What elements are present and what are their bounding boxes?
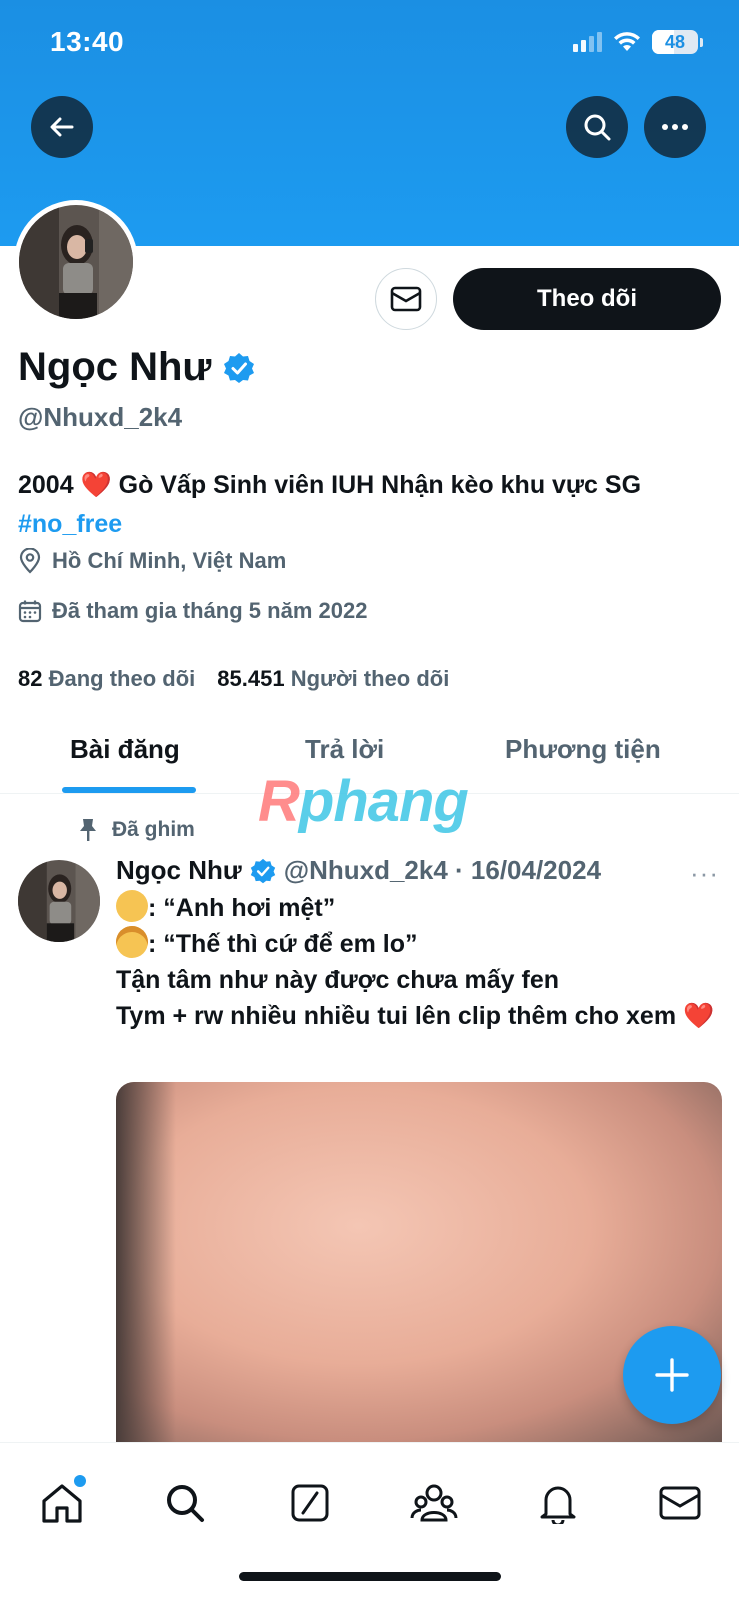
location-text: Hồ Chí Minh, Việt Nam [52, 548, 287, 573]
watermark-rest: phang [298, 769, 469, 834]
envelope-icon [390, 286, 422, 312]
envelope-icon [659, 1486, 701, 1520]
status-icons: 48 [573, 30, 703, 54]
post-more-icon[interactable]: ··· [690, 858, 719, 889]
following-link[interactable]: 82 Đang theo dõi [18, 666, 195, 692]
cellular-signal-icon [573, 32, 602, 52]
compose-button[interactable] [623, 1326, 721, 1424]
pinned-label: Đã ghim [78, 818, 195, 842]
location-pin-icon [19, 548, 41, 574]
avatar-photo [19, 205, 133, 319]
heart-emoji: ❤️ [683, 1002, 715, 1030]
status-time: 13:40 [50, 26, 125, 57]
followers-label: Người theo dõi [290, 666, 450, 691]
search-icon [584, 114, 611, 141]
plus-icon [655, 1358, 689, 1392]
bio-hashtag[interactable]: #no_free [18, 505, 728, 544]
joined-text: Đã tham gia tháng 5 năm 2022 [52, 598, 368, 623]
follow-button[interactable]: Theo dõi [453, 268, 721, 330]
bell-icon [540, 1486, 576, 1524]
wifi-icon [614, 32, 640, 51]
bio-text: 2004 ❤️ Gò Vấp Sinh viên IUH Nhận kèo kh… [18, 471, 642, 499]
message-button[interactable] [375, 268, 437, 330]
more-icon [662, 124, 688, 130]
follow-counts: 82 Đang theo dõi 85.451 Người theo dõi [18, 666, 449, 692]
watermark-first: R [258, 769, 300, 834]
profile-bio: 2004 ❤️ Gò Vấp Sinh viên IUH Nhận kèo kh… [18, 466, 728, 544]
tab-replies[interactable]: Trả lời [305, 734, 384, 765]
media-shadow [116, 1082, 176, 1442]
notification-dot [74, 1475, 86, 1487]
profile-joined: Đã tham gia tháng 5 năm 2022 [18, 598, 367, 624]
home-icon [42, 1484, 82, 1523]
verified-badge-icon [250, 858, 275, 883]
post-line-4: Tym + rw nhiều nhiều tui lên clip thêm c… [116, 1002, 677, 1030]
woman-emoji-icon [116, 926, 148, 958]
verified-badge-icon[interactable] [223, 352, 255, 384]
post-meta: @Nhuxd_2k4 · 16/04/2024 [283, 855, 602, 885]
nav-messages[interactable] [650, 1473, 710, 1533]
communities-icon [410, 1484, 458, 1522]
followers-link[interactable]: 85.451 Người theo dõi [217, 666, 449, 692]
profile-name: Ngọc Như [18, 345, 255, 390]
profile-location: Hồ Chí Minh, Việt Nam [18, 548, 286, 574]
battery-level: 48 [664, 31, 686, 52]
following-count: 82 [18, 666, 43, 691]
post-line-1: : “Anh hơi mệt” [148, 894, 336, 922]
nav-search[interactable] [155, 1473, 215, 1533]
tab-media[interactable]: Phương tiện [505, 734, 661, 765]
post-line-2: : “Thế thì cứ để em lo” [148, 930, 418, 958]
profile-name-text: Ngọc Như [18, 345, 212, 389]
battery-tip [700, 37, 703, 47]
nav-communities[interactable] [404, 1473, 464, 1533]
profile-handle: @Nhuxd_2k4 [18, 402, 183, 432]
arrow-left-icon [50, 117, 74, 137]
battery-icon: 48 [652, 30, 698, 54]
nav-grok[interactable] [280, 1473, 340, 1533]
tab-posts[interactable]: Bài đăng [70, 734, 180, 765]
tab-active-indicator [62, 787, 196, 793]
followers-count: 85.451 [217, 666, 285, 691]
post-line-3: Tận tâm như này được chưa mấy fen [116, 966, 560, 994]
post-author-name[interactable]: Ngọc Như [116, 855, 242, 886]
search-button[interactable] [566, 96, 628, 158]
man-emoji-icon [116, 890, 148, 922]
calendar-icon [18, 600, 42, 623]
nav-home[interactable] [32, 1473, 92, 1533]
post-text: : “Anh hơi mệt” : “Thế thì cứ để em lo” … [116, 890, 726, 1034]
search-icon [167, 1485, 204, 1522]
pinned-text: Đã ghim [112, 818, 195, 841]
home-indicator [239, 1572, 501, 1581]
post-author-avatar[interactable] [18, 860, 100, 942]
more-button[interactable] [644, 96, 706, 158]
back-button[interactable] [31, 96, 93, 158]
following-label: Đang theo dõi [48, 666, 196, 691]
post-header: Ngọc Như @Nhuxd_2k4 · 16/04/2024 [116, 855, 726, 886]
nav-notifications[interactable] [528, 1473, 588, 1533]
watermark: Rphang [258, 768, 469, 835]
pin-icon [80, 819, 96, 841]
avatar-photo [18, 860, 100, 942]
profile-avatar[interactable] [14, 200, 138, 324]
grok-icon [291, 1484, 329, 1522]
